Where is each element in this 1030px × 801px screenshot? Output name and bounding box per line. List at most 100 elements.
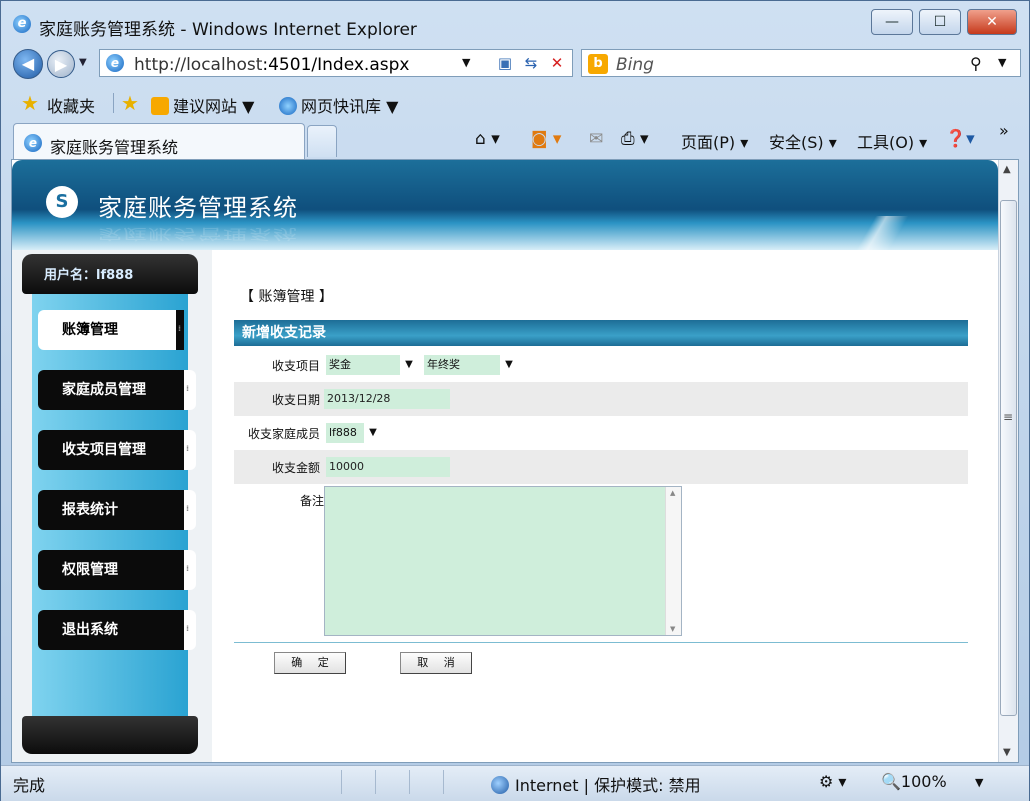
sidebar-grip-icon: ⁞ [186,504,190,513]
banner-decoration [788,216,988,250]
refresh-icon[interactable]: ⇆ [520,53,542,73]
ok-button[interactable]: 确 定 [274,652,346,674]
title-bar: e 家庭账务管理系统 - Windows Internet Explorer —… [1,1,1029,41]
amount-field[interactable]: 10000 [326,457,450,477]
safety-menu[interactable]: 安全(S) ▾ [769,129,837,153]
tools-menu[interactable]: 工具(O) ▾ [857,129,927,153]
more-commands-chevron[interactable]: » [999,121,1009,140]
maximize-button[interactable]: ☐ [919,9,961,35]
site-banner: S 家庭账务管理系统 家庭账务管理系统 [12,160,998,250]
home-icon[interactable]: ⌂ ▾ [475,129,500,149]
item-sub-select[interactable]: 年终奖 ▼ [424,355,518,375]
search-icon[interactable]: ⚲ [970,54,982,73]
suggested-sites-link[interactable]: 建议网站 ▼ [151,93,254,117]
sidebar-item-permissions[interactable]: 权限管理 ⁞ [38,550,196,590]
page-icon: e [106,54,124,72]
sidebar-item-income-expense-items[interactable]: 收支项目管理 ⁞ [38,430,196,470]
search-box[interactable]: b Bing ⚲ ▼ [581,49,1021,77]
sidebar-footer [22,716,198,754]
status-divider [341,770,342,794]
scrollbar-thumb[interactable] [1000,200,1017,716]
browser-tab[interactable]: e 家庭账务管理系统 [13,123,305,159]
help-icon[interactable]: ❓▾ [945,129,975,149]
address-row: ◀ ▶ ▼ e http://localhost:4501/Index.aspx… [1,45,1029,81]
page-viewport: S 家庭账务管理系统 家庭账务管理系统 用户名：lf888 账簿管理 ⁞ 家庭成… [11,159,1019,763]
globe-icon [491,776,509,794]
status-divider [443,770,444,794]
member-label: 收支家庭成员 [248,427,321,441]
ie-window: e 家庭账务管理系统 - Windows Internet Explorer —… [0,0,1030,801]
amount-label: 收支金额 [272,461,321,475]
page-scrollbar[interactable]: ▲ ≡ ▼ [998,160,1018,762]
cancel-button[interactable]: 取 消 [400,652,472,674]
site-title-reflection: 家庭账务管理系统 [98,225,298,243]
scroll-down-icon[interactable]: ▼ [670,625,675,633]
form-row-note: 备注 ▲ ▼ [234,486,968,640]
site-logo-icon: S [46,186,78,218]
search-dropdown-icon[interactable]: ▼ [998,56,1006,69]
sidebar-item-ledger[interactable]: 账簿管理 ⁞ [38,310,184,350]
page-menu[interactable]: 页面(P) ▾ [681,129,748,153]
sidebar-grip-icon: ⁞ [186,624,190,633]
sidebar-item-family-members[interactable]: 家庭成员管理 ⁞ [38,370,196,410]
scrollbar-grip-icon: ≡ [1003,410,1014,424]
sidebar-item-label: 退出系统 [62,622,118,638]
chevron-down-icon[interactable]: ▼ [500,355,518,375]
item-category-select[interactable]: 奖金 ▼ [326,355,418,375]
scroll-down-icon[interactable]: ▼ [1003,747,1011,758]
web-slice-gallery-link[interactable]: 网页快讯库 ▼ [279,93,398,117]
favorites-star-icon[interactable]: ★ [21,91,39,115]
favorites-bar: ★ 收藏夹 ★ 建议网站 ▼ 网页快讯库 ▼ [1,87,1029,119]
sidebar-grip-icon: ⁞ [178,324,182,333]
minimize-button[interactable]: — [871,9,913,35]
textarea-scrollbar[interactable]: ▲ ▼ [665,487,681,635]
scroll-up-icon[interactable]: ▲ [670,489,675,497]
stop-icon[interactable]: ✕ [546,53,568,73]
security-zone[interactable]: Internet | 保护模式: 禁用 [491,772,701,796]
status-bar: 完成 Internet | 保护模式: 禁用 ⚙ ▾ 🔍100% ▼ [1,765,1029,801]
sidebar-username: 用户名：lf888 [44,268,134,283]
window-title: 家庭账务管理系统 - Windows Internet Explorer [39,20,417,40]
address-url[interactable]: http://localhost:4501/Index.aspx [134,55,409,75]
print-icon[interactable]: ⎙ ▾ [621,129,649,149]
date-label: 收支日期 [272,393,321,407]
sidebar-item-reports[interactable]: 报表统计 ⁞ [38,490,196,530]
sidebar-grip-icon: ⁞ [186,564,190,573]
sidebar-item-label: 账簿管理 [62,322,118,338]
history-dropdown-icon[interactable]: ▼ [79,57,87,68]
chevron-down-icon[interactable]: ▼ [400,355,418,375]
zoom-control[interactable]: 🔍100% [881,772,947,791]
compatibility-icon[interactable]: ▣ [494,53,516,73]
search-placeholder[interactable]: Bing [616,55,654,75]
close-button[interactable]: ✕ [967,9,1017,35]
tab-row: e 家庭账务管理系统 ⌂ ▾ ◙ ▾ ✉ ⎙ ▾ 页面(P) ▾ 安全(S) ▾… [1,121,1029,159]
favorites-button[interactable]: 收藏夹 [47,93,95,117]
scroll-up-icon[interactable]: ▲ [1003,164,1011,175]
sidebar: 用户名：lf888 账簿管理 ⁞ 家庭成员管理 ⁞ 收支项目管理 ⁞ 报表统计 … [22,254,198,754]
new-tab-button[interactable] [307,125,337,157]
sidebar-grip-icon: ⁞ [186,444,190,453]
form-row-amount: 收支金额 10000 [234,450,968,484]
tools-status-icon[interactable]: ⚙ ▾ [819,772,846,791]
forward-button[interactable]: ▶ [47,50,75,78]
feeds-icon[interactable]: ◙ ▾ [531,129,561,149]
main-content: 【 账簿管理 】 新增收支记录 收支项目 奖金 ▼ 年终奖 ▼ 收支日期 201… [234,270,968,760]
sidebar-item-logout[interactable]: 退出系统 ⁞ [38,610,196,650]
tab-label: 家庭账务管理系统 [50,138,179,157]
form-row-member: 收支家庭成员 lf888 ▼ [234,416,968,450]
sidebar-item-label: 收支项目管理 [62,442,146,458]
note-textarea[interactable]: ▲ ▼ [324,486,682,636]
sidebar-area: 用户名：lf888 账簿管理 ⁞ 家庭成员管理 ⁞ 收支项目管理 ⁞ 报表统计 … [12,250,212,762]
mail-icon[interactable]: ✉ [589,129,603,149]
date-field[interactable]: 2013/12/28 [324,389,450,409]
member-select[interactable]: lf888 ▼ [326,423,382,443]
form-divider [234,642,968,643]
address-bar[interactable]: e http://localhost:4501/Index.aspx ▼ ▣ ⇆… [99,49,573,77]
chevron-down-icon[interactable]: ▼ [364,423,382,443]
add-favorite-icon[interactable]: ★ [121,91,139,115]
back-button[interactable]: ◀ [13,49,43,79]
zoom-dropdown-icon[interactable]: ▼ [975,776,983,789]
address-dropdown-icon[interactable]: ▼ [462,56,470,69]
sidebar-item-label: 权限管理 [62,562,118,578]
sidebar-grip-icon: ⁞ [186,384,190,393]
